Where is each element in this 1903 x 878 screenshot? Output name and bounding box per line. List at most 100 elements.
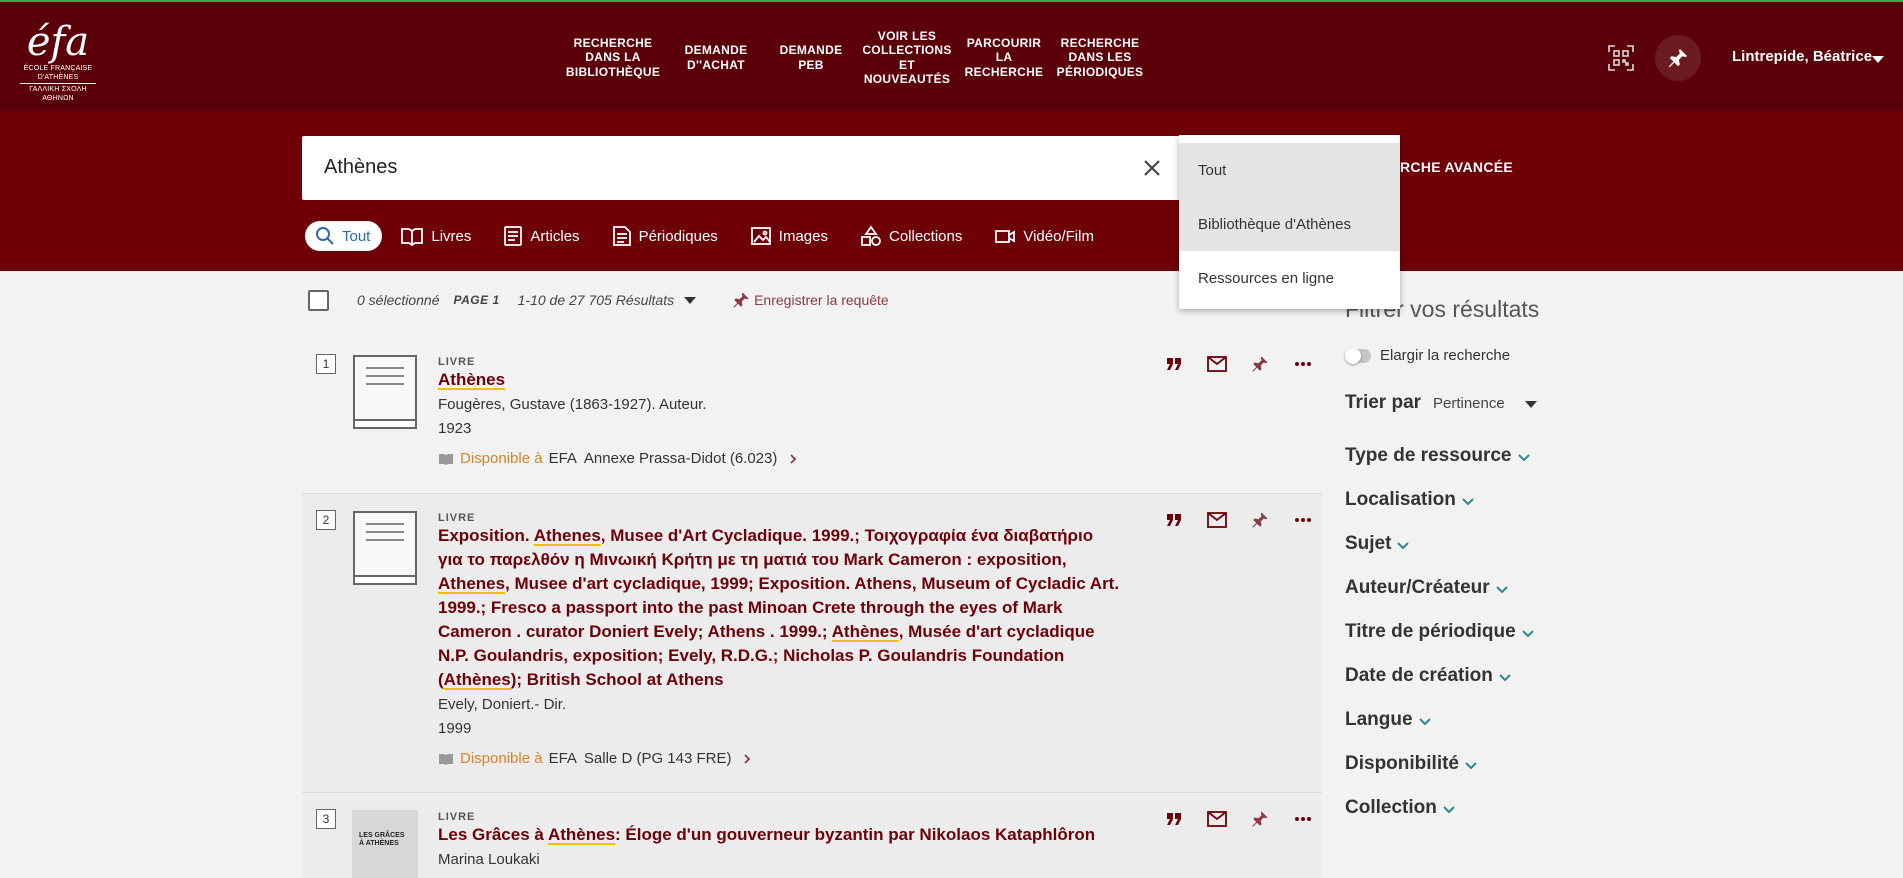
top-bar: éfa ÉCOLE FRANÇAISE D'ATHÈNES ΓΑΛΛΙΚΗ ΣΧ… [0,0,1903,111]
availability-location: Salle D (PG 143 FRE) [583,750,732,767]
email-button[interactable] [1195,807,1238,831]
facet-date-creation[interactable]: Date de création [1345,665,1511,687]
nav-label: DEMANDE D''ACHAT [684,43,748,72]
result-item[interactable]: 3 LES GRÂCES À ATHÈNES LIVRE Les Grâces … [302,793,1322,878]
pin-result-button[interactable] [1238,508,1281,532]
book-open-icon [439,453,453,465]
quote-icon [1166,358,1181,370]
results-count-caret-icon[interactable] [684,296,697,304]
expand-search-toggle[interactable] [1345,348,1371,364]
result-title[interactable]: Les Grâces à Athènes: Éloge d'un gouvern… [438,823,1158,847]
user-menu[interactable]: Lintrepide, Béatrice [1732,48,1872,65]
clear-search-icon[interactable] [1138,154,1166,182]
result-item[interactable]: 2 LIVRE Exposition. Athenes, Musee d'Art… [302,494,1322,792]
search-input[interactable]: Athènes [302,136,1182,200]
tab-label: Collections [888,227,963,245]
email-button[interactable] [1195,508,1238,532]
result-item[interactable]: 1 LIVRE Athènes Fougères, Gustave (1863-… [302,338,1322,493]
nav-label: VOIR LES COLLECTIONS ET NOUVEAUTÉS [862,28,952,87]
tab-periodiques[interactable]: Périodiques [602,221,732,251]
nav-recherche-periodiques[interactable]: RECHERCHE DANS LES PÉRIODIQUES [1050,2,1150,113]
pin-result-button[interactable] [1238,352,1281,376]
facet-collection[interactable]: Collection [1345,797,1455,819]
sort-select[interactable]: Pertinence [1433,395,1505,412]
availability-library: EFA [548,750,577,767]
pin-result-button[interactable] [1238,807,1281,831]
more-actions-button[interactable] [1281,352,1324,376]
scope-option-ressources-en-ligne[interactable]: Ressources en ligne [1179,251,1400,305]
more-actions-button[interactable] [1281,508,1324,532]
resource-tabs: Tout Livres Articles Périodiques Images … [305,220,1116,252]
book-thumbnail-icon [353,355,417,429]
chevron-down-icon [1499,674,1511,682]
tab-tout[interactable]: Tout [305,221,383,251]
facet-type-ressource[interactable]: Type de ressource [1345,445,1530,467]
advanced-search-link[interactable]: RCHE AVANCÉE [1400,159,1513,175]
tab-collections[interactable]: Collections [850,221,976,251]
title-line: 1999.; Fresco a passport into the past M… [438,598,1063,617]
facet-auteur-createur[interactable]: Auteur/Créateur [1345,577,1508,599]
more-actions-button[interactable] [1281,807,1324,831]
facet-localisation[interactable]: Localisation [1345,489,1474,511]
nav-label: RECHERCHE DANS LES PÉRIODIQUES [1056,35,1144,79]
chevron-down-icon [1462,498,1474,506]
qr-code-button[interactable] [1598,35,1644,81]
logo-divider [20,83,96,84]
scope-option-bibliotheque-athenes[interactable]: Bibliothèque d'Athènes [1179,197,1400,251]
chevron-down-icon [1418,718,1431,726]
result-title[interactable]: Athènes [438,368,1138,392]
search-value: Athènes [324,156,398,178]
email-button[interactable] [1195,352,1238,376]
email-icon [1206,811,1227,827]
sort-label: Trier par [1345,392,1422,413]
tab-livres[interactable]: Livres [390,221,485,251]
book-open-icon [439,753,453,765]
results-header: 0 sélectionné PAGE 1 1-10 de 27 705 Résu… [308,288,889,312]
tab-video-film[interactable]: Vidéo/Film [984,221,1108,251]
nav-label: RECHERCHE DANS LA BIBLIOTHÈQUE [565,35,661,79]
availability[interactable]: Disponible à EFA Salle D (PG 143 FRE) [438,750,751,767]
availability[interactable]: Disponible à EFA Annexe Prassa-Didot (6.… [438,450,797,467]
title-line: N.P. Goulandris, exposition; Evely, R.D.… [438,646,1065,665]
nav-demande-peb[interactable]: DEMANDE PEB [766,2,856,113]
scope-option-tout[interactable]: Tout [1179,143,1400,197]
facet-titre-periodique[interactable]: Titre de périodique [1345,621,1534,643]
facet-langue[interactable]: Langue [1345,709,1431,731]
sort-caret-icon[interactable] [1525,401,1537,408]
result-title[interactable]: Exposition. Athenes, Musee d'Art Cycladi… [438,524,1158,692]
cite-button[interactable] [1152,352,1195,376]
result-year: 1923 [438,420,472,437]
tab-images[interactable]: Images [740,221,842,251]
availability-status: Disponible à [460,750,543,767]
periodical-icon [612,226,631,246]
title-line: για το παρελθόν η Μινωική Κρήτη με τη μα… [438,550,1067,569]
email-icon [1206,512,1227,528]
user-menu-caret-icon[interactable] [1872,56,1884,63]
logo-line-1: ÉCOLE FRANÇAISE D'ATHÈNES [23,65,93,81]
cite-button[interactable] [1152,807,1195,831]
chevron-down-icon [1397,542,1410,550]
facet-sujet[interactable]: Sujet [1345,533,1410,555]
nav-parcourir-recherche[interactable]: PARCOURIR LA RECHERCHE [958,2,1050,113]
results-count[interactable]: 1-10 de 27 705 Résultats [518,292,674,308]
pin-icon [1252,356,1267,372]
pin-icon [1252,811,1267,827]
cite-button[interactable] [1152,508,1195,532]
saved-items-button[interactable] [1655,35,1701,81]
tab-label: Livres [431,227,472,245]
book-thumbnail-icon [353,511,417,585]
page-indicator: PAGE 1 [453,293,500,307]
nav-recherche-bibliotheque[interactable]: RECHERCHE DANS LA BIBLIOTHÈQUE [560,2,666,113]
save-query-button[interactable]: Enregistrer la requête [732,291,889,309]
toggle-knob [1345,348,1361,364]
tab-label: Tout [342,227,371,245]
select-all-checkbox[interactable] [308,289,329,311]
more-icon [1294,362,1311,366]
facet-disponibilite[interactable]: Disponibilité [1345,753,1477,775]
nav-collections-nouveautes[interactable]: VOIR LES COLLECTIONS ET NOUVEAUTÉS [856,2,958,113]
tab-articles[interactable]: Articles [493,221,593,251]
chevron-down-icon [1517,454,1530,462]
shapes-icon [861,225,881,246]
nav-demande-achat[interactable]: DEMANDE D''ACHAT [666,2,766,113]
efa-logo[interactable]: éfa ÉCOLE FRANÇAISE D'ATHÈNES ΓΑΛΛΙΚΗ ΣΧ… [18,20,98,102]
